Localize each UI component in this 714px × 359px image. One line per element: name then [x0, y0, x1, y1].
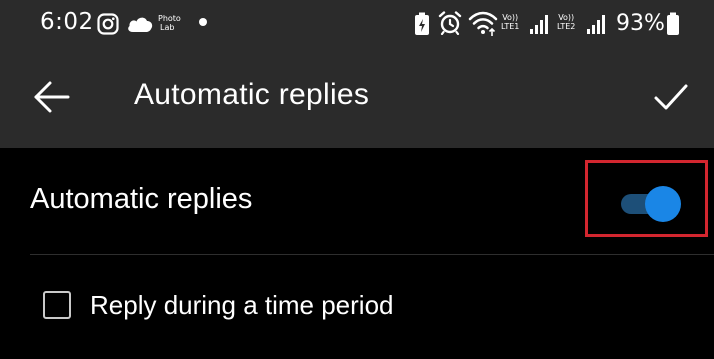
battery-icon	[667, 12, 679, 35]
automatic-replies-row[interactable]: Automatic replies	[0, 148, 714, 253]
battery-saver-icon	[415, 12, 429, 35]
signal-icon	[530, 15, 548, 34]
sim1-label-bottom: LTE1	[501, 22, 520, 31]
sim1-label-top: Vo))	[502, 13, 519, 22]
time-period-checkbox[interactable]	[43, 291, 71, 319]
sim2-label-top: Vo))	[558, 13, 575, 22]
check-icon	[654, 84, 688, 110]
battery-percent: 93%	[616, 11, 665, 36]
settings-content: Automatic replies Reply during a time pe…	[0, 148, 714, 359]
sim1-volte-label: Vo)) LTE1	[501, 13, 519, 31]
sim2-label-bottom: LTE2	[557, 22, 576, 31]
time-period-label: Reply during a time period	[90, 290, 394, 320]
alarm-icon	[438, 11, 462, 35]
app-bar: Automatic replies	[0, 50, 714, 148]
status-bar: 6:02 Photo Lab Vo)) LTE1 Vo)) LTE2 93%	[0, 0, 714, 50]
toggle-thumb	[645, 186, 681, 222]
automatic-replies-toggle[interactable]	[619, 186, 683, 222]
page-title: Automatic replies	[134, 78, 370, 111]
wifi-icon	[468, 11, 498, 36]
photo-lab-notification: Photo Lab	[158, 14, 181, 32]
arrow-left-icon	[34, 81, 70, 113]
notification-dot	[199, 18, 207, 26]
photo-lab-line2: Lab	[160, 23, 175, 32]
back-button[interactable]	[26, 75, 74, 123]
save-button[interactable]	[648, 74, 696, 122]
instagram-icon	[97, 13, 119, 35]
status-time: 6:02	[40, 9, 94, 35]
sim2-volte-label: Vo)) LTE2	[557, 13, 575, 31]
signal-icon	[587, 15, 605, 34]
automatic-replies-label: Automatic replies	[30, 183, 253, 215]
cloud-icon	[128, 17, 153, 32]
photo-lab-line1: Photo	[158, 14, 181, 23]
time-period-row[interactable]: Reply during a time period	[0, 255, 714, 359]
